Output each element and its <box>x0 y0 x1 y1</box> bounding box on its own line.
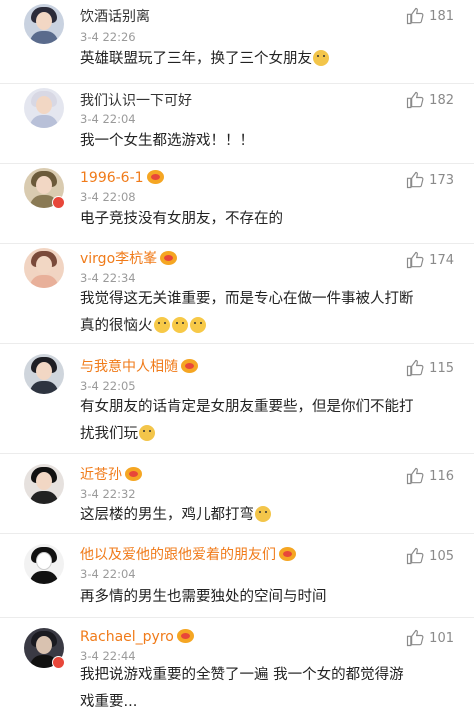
wink-emoji-icon <box>255 506 271 522</box>
comment-text: 我一个女生都选游戏！！！ <box>80 133 254 149</box>
timestamp: 3-4 22:04 <box>80 112 136 126</box>
smile-emoji-icon <box>189 317 206 333</box>
comment-item: Rachael_pyro 3-4 22:44 我把说游戏重要的全赞了一遍 我一个… <box>0 618 474 716</box>
timestamp: 3-4 22:26 <box>80 30 136 44</box>
username[interactable]: 我们认识一下可好 <box>80 92 192 110</box>
timestamp: 3-4 22:32 <box>80 487 136 501</box>
like-count: 173 <box>429 172 454 188</box>
comment-item: 饮酒话别离 3-4 22:26 英雄联盟玩了三年，换了三个女朋友 181 <box>0 0 474 84</box>
smile-emoji-icon <box>171 317 188 333</box>
username[interactable]: Rachael_pyro <box>80 628 194 646</box>
timestamp: 3-4 22:04 <box>80 567 136 581</box>
like-count: 101 <box>429 630 454 646</box>
timestamp: 3-4 22:05 <box>80 379 136 393</box>
thumbs-up-icon <box>407 91 424 109</box>
comment-text: 英雄联盟玩了三年，换了三个女朋友 <box>80 46 460 73</box>
username[interactable]: virgo李杭峯 <box>80 250 178 268</box>
comment-item: 他以及爱他的跟他爱着的朋友们 3-4 22:04 再多情的男生也需要独处的空间与… <box>0 534 474 618</box>
like-button[interactable]: 173 <box>405 170 454 190</box>
username[interactable]: 与我意中人相随 <box>80 358 198 376</box>
like-button[interactable]: 116 <box>405 466 454 486</box>
like-count: 174 <box>429 252 454 268</box>
comment-text: 有女朋友的话肯定是女朋友重要些，但是你们不能打 扰我们玩 <box>80 399 414 442</box>
comment-item: 我们认识一下可好 3-4 22:04 我一个女生都选游戏！！！ 182 <box>0 84 474 164</box>
thumbs-up-icon <box>407 171 424 189</box>
thumbs-up-icon <box>407 359 424 377</box>
crown-icon <box>160 251 178 265</box>
comment-item: 1996-6-1 3-4 22:08 电子竞技没有女朋友，不存在的 173 <box>0 164 474 244</box>
comment-text: 再多情的男生也需要独处的空间与时间 <box>80 589 327 605</box>
comment-text: 我觉得这无关谁重要，而是专心在做一件事被人打断 真的很恼火 <box>80 291 414 334</box>
crown-icon <box>181 359 198 373</box>
thumbs-up-icon <box>407 547 424 565</box>
crown-icon <box>279 547 296 561</box>
crown-icon <box>146 170 164 184</box>
like-count: 116 <box>429 468 454 484</box>
avatar[interactable] <box>24 544 64 584</box>
thumbs-up-icon <box>407 467 424 485</box>
comment-text: 我把说游戏重要的全赞了一遍 我一个女的都觉得游 戏重要... <box>80 667 404 710</box>
like-button[interactable]: 182 <box>405 90 454 110</box>
comment-item: 与我意中人相随 3-4 22:05 有女朋友的话肯定是女朋友重要些，但是你们不能… <box>0 344 474 454</box>
like-button[interactable]: 181 <box>405 6 454 26</box>
like-button[interactable]: 105 <box>405 546 454 566</box>
timestamp: 3-4 22:44 <box>80 649 136 663</box>
wink-emoji-icon <box>139 425 155 441</box>
thumbs-up-icon <box>407 629 424 647</box>
like-count: 182 <box>429 92 454 108</box>
like-button[interactable]: 101 <box>405 628 454 648</box>
crown-icon <box>125 467 142 481</box>
thumbs-up-icon <box>407 7 424 25</box>
like-count: 181 <box>429 8 454 24</box>
comment-item: virgo李杭峯 3-4 22:34 我觉得这无关谁重要，而是专心在做一件事被人… <box>0 244 474 344</box>
username[interactable]: 饮酒话别离 <box>80 8 150 26</box>
username[interactable]: 1996-6-1 <box>80 169 164 187</box>
thumbs-up-icon <box>407 251 424 269</box>
comment-text: 这层楼的男生，鸡儿都打弯 <box>80 502 460 529</box>
crown-icon <box>176 629 194 643</box>
like-button[interactable]: 115 <box>405 358 454 378</box>
comment-list: 饮酒话别离 3-4 22:26 英雄联盟玩了三年，换了三个女朋友 181 我们认… <box>0 0 474 716</box>
wink-emoji-icon <box>313 50 329 66</box>
verified-badge-icon <box>52 196 65 209</box>
timestamp: 3-4 22:08 <box>80 190 136 204</box>
avatar[interactable] <box>24 354 64 394</box>
comment-item: 近苍孙 3-4 22:32 这层楼的男生，鸡儿都打弯 116 <box>0 454 474 534</box>
timestamp: 3-4 22:34 <box>80 271 136 285</box>
like-button[interactable]: 174 <box>405 250 454 270</box>
avatar[interactable] <box>24 464 64 504</box>
smile-emoji-icon <box>153 317 170 333</box>
avatar[interactable] <box>24 4 64 44</box>
username[interactable]: 近苍孙 <box>80 466 142 484</box>
username[interactable]: 他以及爱他的跟他爱着的朋友们 <box>80 546 296 564</box>
verified-badge-icon <box>52 656 65 669</box>
comment-text: 电子竞技没有女朋友，不存在的 <box>80 211 283 227</box>
like-count: 105 <box>429 548 454 564</box>
like-count: 115 <box>429 360 454 376</box>
avatar[interactable] <box>24 88 64 128</box>
avatar[interactable] <box>24 248 64 288</box>
